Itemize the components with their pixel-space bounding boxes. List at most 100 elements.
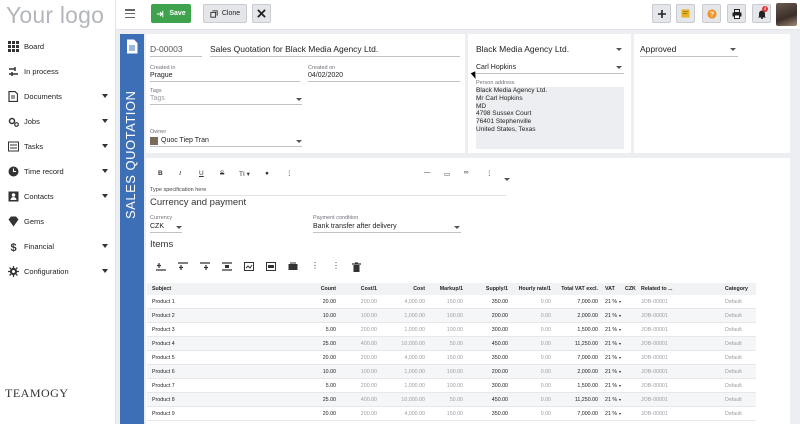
sidebar-item-financial[interactable]: $ Financial <box>0 234 116 259</box>
vat-dropdown-icon[interactable]: ▾ <box>619 383 621 388</box>
sidebar-item-in-process[interactable]: In process <box>0 59 116 84</box>
photo-icon[interactable] <box>288 262 298 271</box>
save-button[interactable]: Save <box>151 4 191 23</box>
clone-button[interactable]: Clone <box>203 4 247 23</box>
more-vertical-icon[interactable]: ⋮ <box>332 261 340 270</box>
column-header[interactable]: VAT <box>605 286 615 292</box>
document-title-input[interactable]: Sales Quotation for Black Media Agency L… <box>210 44 378 54</box>
chevron-down-icon[interactable] <box>102 119 108 123</box>
insert-below-icon[interactable] <box>200 262 210 271</box>
chevron-down-icon[interactable] <box>296 140 302 143</box>
currency-select[interactable]: CZK <box>150 223 164 230</box>
sidebar-item-tasks[interactable]: Tasks <box>0 134 116 159</box>
import-icon[interactable] <box>244 262 254 271</box>
table-row[interactable]: Product 5 20.00 200.00 4,000.00 150.00 350.00… <box>147 351 756 365</box>
vat-dropdown-icon[interactable]: ▾ <box>619 411 621 416</box>
color-icon[interactable]: ● <box>265 170 269 177</box>
column-header[interactable]: Markup/1 <box>440 286 463 292</box>
created-in-input[interactable]: Prague <box>150 72 173 79</box>
chevron-down-icon[interactable] <box>616 66 622 69</box>
horizontal-rule-icon[interactable]: — <box>424 169 431 176</box>
column-header[interactable]: Subject <box>152 286 171 292</box>
table-row[interactable]: Product 7 5.00 200.00 1,000.00 100.00 300.00 0… <box>147 379 756 393</box>
column-header[interactable]: Cost/1 <box>361 286 377 292</box>
sidebar-item-configuration[interactable]: Configuration <box>0 259 116 284</box>
chevron-down-icon[interactable] <box>616 48 622 51</box>
sidebar-item-contacts[interactable]: Contacts <box>0 184 116 209</box>
sidebar-item-time-record[interactable]: Time record <box>0 159 116 184</box>
vat-dropdown-icon[interactable]: ▾ <box>619 341 621 346</box>
strikethrough-icon[interactable]: S <box>220 170 224 177</box>
logo[interactable]: Your logo <box>6 2 104 29</box>
specification-placeholder[interactable]: Type specification here <box>150 187 206 193</box>
insert-row-icon[interactable] <box>178 262 188 271</box>
add-row-icon[interactable] <box>156 262 166 271</box>
column-header[interactable]: CZK <box>625 286 636 292</box>
print-button[interactable] <box>727 4 746 23</box>
chevron-down-icon[interactable] <box>296 98 302 101</box>
trash-icon[interactable] <box>352 262 361 272</box>
table-row[interactable]: Product 6 10.00 100.00 1,000.00 100.00 200.00… <box>147 365 756 379</box>
chevron-down-icon[interactable] <box>102 244 108 248</box>
underline-icon[interactable]: U <box>199 170 204 177</box>
italic-icon[interactable]: I <box>179 170 181 177</box>
payment-condition-select[interactable]: Bank transfer after delivery <box>313 223 397 230</box>
insert-section-icon[interactable] <box>222 262 232 271</box>
column-header[interactable]: Hourly rate/1 <box>519 286 551 292</box>
client-company-select[interactable]: Black Media Agency Ltd. <box>476 44 569 54</box>
add-button[interactable] <box>652 4 671 23</box>
help-button[interactable]: ? <box>702 4 721 23</box>
menu-icon[interactable] <box>125 9 135 19</box>
sidebar-item-jobs[interactable]: Jobs <box>0 109 116 134</box>
chevron-down-icon[interactable] <box>102 269 108 273</box>
vat-dropdown-icon[interactable]: ▾ <box>619 299 621 304</box>
chevron-down-icon[interactable] <box>102 144 108 148</box>
more-vertical-icon[interactable]: ⋮ <box>286 169 293 177</box>
chevron-down-icon[interactable] <box>102 169 108 173</box>
owner-select[interactable]: Quoc Tiep Tran <box>161 137 209 144</box>
notifications-button[interactable]: 4 <box>752 4 771 23</box>
image-icon[interactable]: ▭ <box>444 170 450 178</box>
table-row[interactable]: Product 8 25.00 400.00 10,000.00 50.00 450.00… <box>147 393 756 407</box>
vat-dropdown-icon[interactable]: ▾ <box>619 355 621 360</box>
more-vertical-icon[interactable]: ⋮ <box>486 169 493 177</box>
sidebar-item-gems[interactable]: Gems <box>0 209 116 234</box>
font-size-icon[interactable]: TI ▾ <box>239 170 250 178</box>
chevron-down-icon[interactable] <box>504 178 510 181</box>
chevron-down-icon[interactable] <box>102 94 108 98</box>
table-row[interactable]: Product 3 5.00 200.00 1,000.00 100.00 300.00 0… <box>147 323 756 337</box>
chevron-down-icon[interactable] <box>730 48 736 51</box>
chevron-down-icon[interactable] <box>102 194 108 198</box>
tags-input[interactable]: Tags <box>150 95 165 102</box>
vat-dropdown-icon[interactable]: ▾ <box>619 369 621 374</box>
status-panel: Approved <box>634 34 790 153</box>
user-avatar[interactable] <box>776 3 797 26</box>
chevron-down-icon[interactable] <box>176 226 182 229</box>
table-row[interactable]: Product 2 10.00 100.00 1,000.00 100.00 200.00… <box>147 309 756 323</box>
tools-button[interactable] <box>252 4 271 23</box>
table-row[interactable]: Product 1 20.00 200.00 4,000.00 150.00 350.00… <box>147 295 756 309</box>
vat-dropdown-icon[interactable]: ▾ <box>619 397 621 402</box>
column-header[interactable]: Count <box>321 286 336 292</box>
column-header[interactable]: Related to ... <box>641 286 673 292</box>
more-vertical-icon[interactable]: ⋮ <box>311 261 319 270</box>
table-row[interactable]: Product 9 20.00 200.00 4,000.00 150.00 350.00… <box>147 407 756 421</box>
client-person-select[interactable]: Carl Hopkins <box>476 64 516 71</box>
created-on-input[interactable]: 04/02/2020 <box>308 72 343 79</box>
bold-icon[interactable]: B <box>158 170 163 177</box>
vat-dropdown-icon[interactable]: ▾ <box>619 327 621 332</box>
column-header[interactable]: Supply/1 <box>486 286 508 292</box>
table-row[interactable]: Product 4 25.00 400.00 10,000.00 50.00 450.00… <box>147 337 756 351</box>
sidebar-item-documents[interactable]: Documents <box>0 84 116 109</box>
items-toolbar: ⋮ ⋮ <box>150 261 390 272</box>
column-header[interactable]: Cost <box>413 286 425 292</box>
vat-dropdown-icon[interactable]: ▾ <box>619 313 621 318</box>
column-header[interactable]: Total VAT excl. <box>561 286 598 292</box>
chevron-down-icon[interactable] <box>454 226 460 229</box>
sidebar-item-board[interactable]: Board <box>0 34 116 59</box>
link-icon[interactable]: ∞ <box>464 169 469 176</box>
status-select[interactable]: Approved <box>640 44 676 54</box>
note-button[interactable] <box>676 4 695 23</box>
column-header[interactable]: Category <box>725 286 748 292</box>
image-row-icon[interactable] <box>266 262 276 271</box>
